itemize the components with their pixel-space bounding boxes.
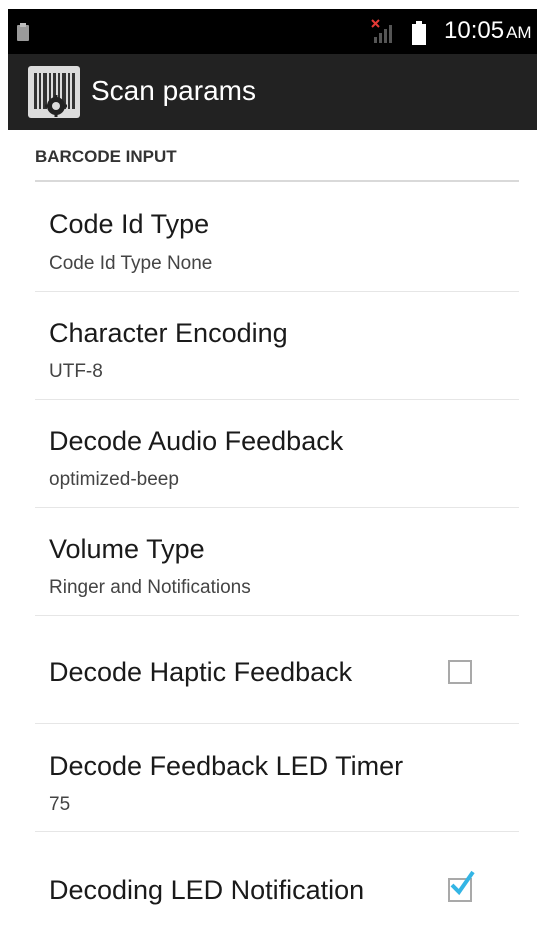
category-barcode-input: BARCODE INPUT bbox=[35, 147, 177, 166]
pref-summary: Ringer and Notifications bbox=[49, 577, 251, 598]
pref-title: Decoding LED Notification bbox=[49, 875, 365, 905]
pref-summary: optimized-beep bbox=[49, 469, 179, 490]
status-clock: 10:05 AM bbox=[444, 17, 532, 45]
pref-title: Volume Type bbox=[49, 534, 205, 564]
clipboard-notification-icon bbox=[16, 22, 30, 47]
status-bar: 10:05 AM bbox=[8, 9, 537, 54]
clock-ampm: AM bbox=[506, 23, 532, 42]
barcode-settings-icon[interactable] bbox=[28, 66, 80, 123]
battery-icon bbox=[412, 21, 426, 50]
pref-title: Decode Haptic Feedback bbox=[49, 657, 353, 687]
pref-decode-haptic-feedback[interactable]: Decode Haptic Feedback bbox=[35, 616, 519, 724]
pref-summary: Code Id Type None bbox=[49, 253, 213, 274]
pref-title: Code Id Type bbox=[49, 209, 210, 239]
pref-summary: UTF-8 bbox=[49, 361, 103, 382]
pref-volume-type[interactable]: Volume Type Ringer and Notifications bbox=[35, 508, 519, 616]
pref-decoding-led-notification[interactable]: Decoding LED Notification bbox=[35, 832, 519, 940]
pref-code-id-type[interactable]: Code Id Type Code Id Type None bbox=[35, 184, 519, 292]
pref-summary: 75 bbox=[49, 794, 71, 815]
pref-title: Decode Feedback LED Timer bbox=[49, 751, 404, 781]
signal-no-sim-icon bbox=[371, 19, 397, 50]
haptic-feedback-checkbox[interactable] bbox=[448, 660, 472, 684]
preferences-list: BARCODE INPUT Code Id Type Code Id Type … bbox=[8, 130, 537, 905]
pref-decode-audio-feedback[interactable]: Decode Audio Feedback optimized-beep bbox=[35, 400, 519, 508]
pref-title: Character Encoding bbox=[49, 318, 288, 348]
pref-title: Decode Audio Feedback bbox=[49, 426, 344, 456]
app-title: Scan params bbox=[91, 75, 256, 106]
pref-decode-feedback-led-timer[interactable]: Decode Feedback LED Timer 75 bbox=[35, 724, 519, 832]
checkmark-icon bbox=[450, 870, 475, 896]
clock-time: 10:05 bbox=[444, 17, 505, 44]
action-bar: Scan params bbox=[8, 54, 537, 130]
pref-character-encoding[interactable]: Character Encoding UTF-8 bbox=[35, 292, 519, 400]
led-notification-checkbox[interactable] bbox=[448, 870, 475, 902]
category-divider bbox=[35, 180, 519, 182]
